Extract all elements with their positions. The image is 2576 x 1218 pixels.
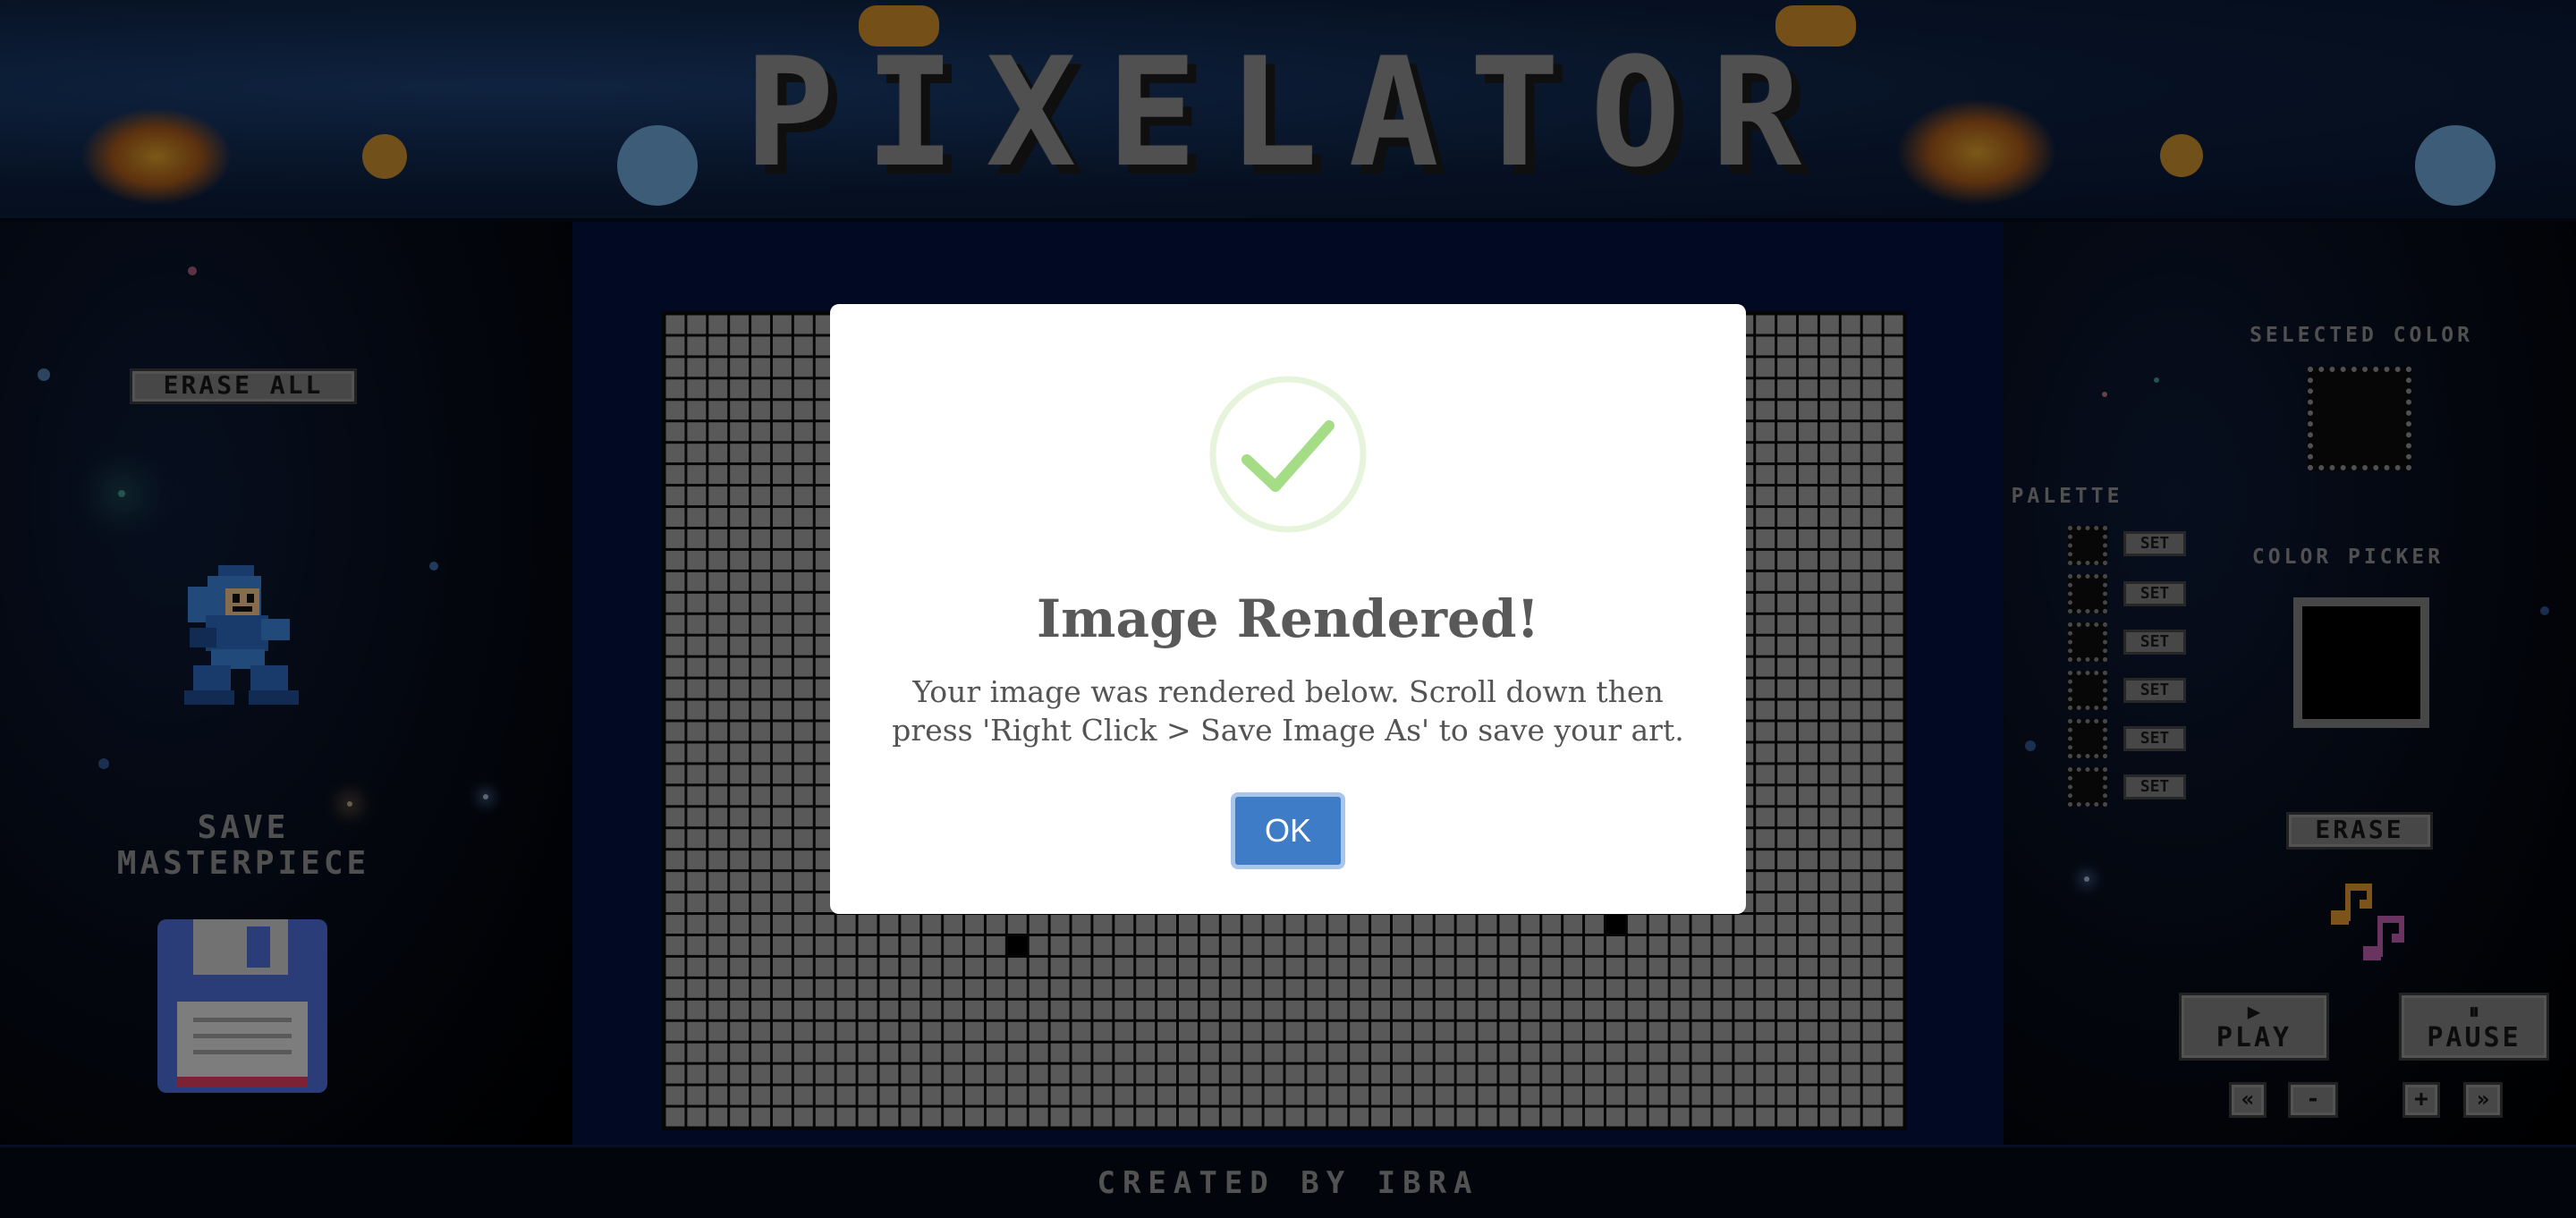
- success-check-icon: [1209, 376, 1367, 533]
- dialog-title: Image Rendered!: [1037, 588, 1539, 649]
- image-rendered-dialog: Image Rendered! Your image was rendered …: [830, 304, 1746, 914]
- dialog-message: Your image was rendered below. Scroll do…: [892, 674, 1684, 748]
- ok-button[interactable]: OK: [1231, 792, 1345, 869]
